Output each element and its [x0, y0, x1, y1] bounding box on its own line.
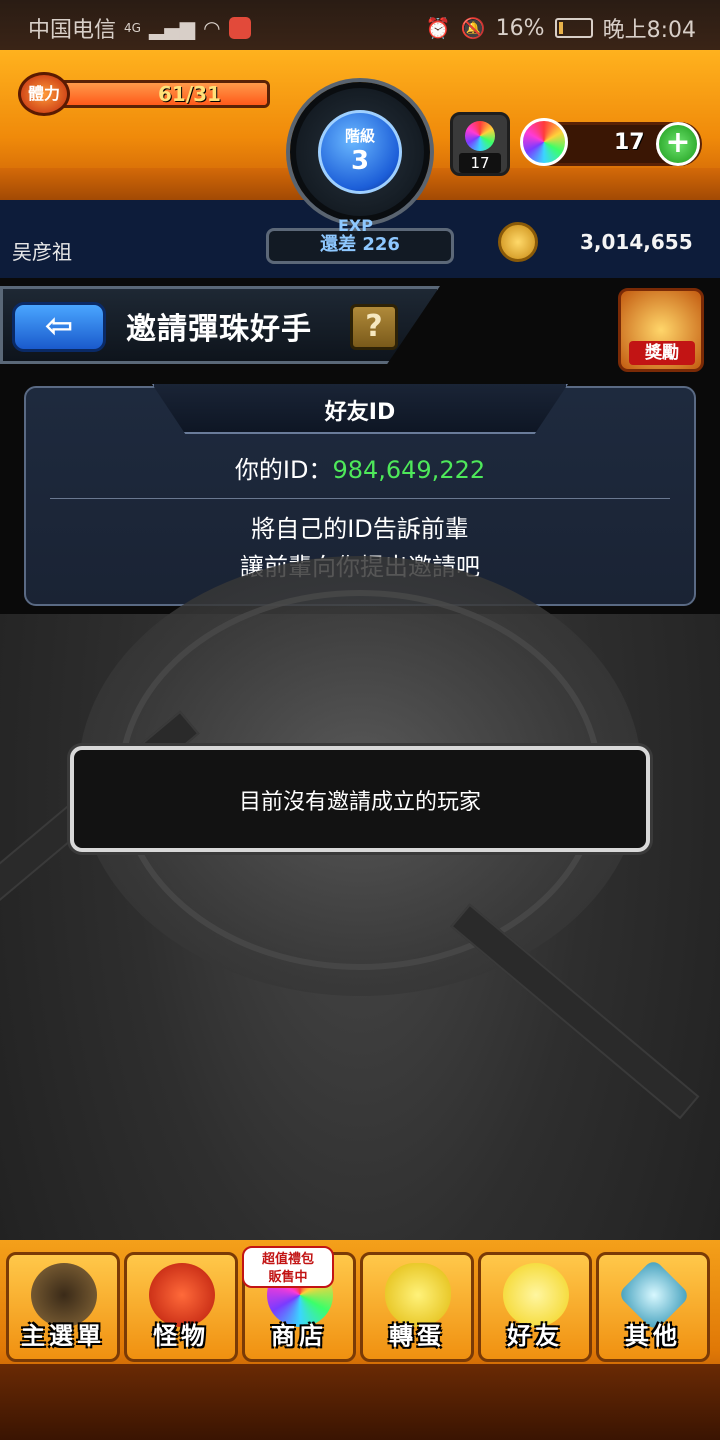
promo-line1: 超值禮包 — [261, 1252, 314, 1267]
orb-stock-count: 17 — [459, 153, 501, 173]
rank-orb[interactable]: 階級 3 — [290, 82, 430, 222]
player-id-value: 984,649,222 — [332, 456, 486, 484]
app-notification-icon — [228, 17, 251, 39]
reward-button[interactable]: 獎勵 — [618, 288, 704, 372]
back-button[interactable]: ⇦ — [12, 302, 106, 352]
empty-state-message: 目前沒有邀請成立的玩家 — [238, 790, 481, 815]
nav-monsters[interactable]: 怪物 — [124, 1252, 238, 1362]
stamina-badge: 體力 — [18, 72, 70, 116]
exp-label: EXP — [338, 216, 373, 235]
buy-orbs-button[interactable]: + — [656, 122, 700, 166]
battery-icon — [554, 18, 593, 38]
nav-gacha[interactable]: 轉蛋 — [360, 1252, 474, 1362]
mute-icon: 🔕 — [460, 16, 486, 40]
friend-id-title: 好友ID — [324, 400, 396, 425]
background-strut-right — [450, 903, 700, 1120]
nav-other[interactable]: 其他 — [596, 1252, 710, 1362]
nav-main-menu-label: 主選單 — [21, 1322, 105, 1350]
rainbow-orb-icon — [520, 118, 568, 166]
status-bar: 中国电信 4G ▂▄▆ ◠ ⏰ 🔕 16% 晚上8:04 — [0, 0, 720, 50]
username: 吴彦祖 — [12, 240, 72, 264]
clock: 晚上8:04 — [602, 18, 696, 43]
rank-value: 3 — [350, 146, 370, 176]
coin-count: 3,014,655 — [580, 230, 693, 254]
nav-main-menu[interactable]: 主選單 — [6, 1252, 120, 1362]
promo-line2: 販售中 — [268, 1270, 308, 1285]
nav-shop-label: 商店 — [271, 1322, 327, 1350]
help-button[interactable]: ? — [350, 304, 398, 350]
battery-percent: 16% — [495, 15, 545, 41]
gold-coin-icon — [498, 222, 538, 262]
nav-other-label: 其他 — [625, 1322, 681, 1350]
invite-instructions-line1: 將自己的ID告訴前輩 — [251, 515, 469, 543]
player-id-label: 你的ID： — [234, 456, 333, 484]
rank-badge: 階級 3 — [318, 110, 402, 194]
player-id-line: 你的ID：984,649,222 — [0, 450, 720, 485]
orb-stock-box[interactable]: 17 — [450, 112, 510, 176]
bottom-nav-shelf — [0, 1364, 720, 1440]
nav-friends[interactable]: 好友 — [478, 1252, 592, 1362]
stamina-value: 61/31 — [158, 82, 221, 106]
orb-count: 17 — [614, 130, 645, 155]
reward-label: 獎勵 — [629, 341, 695, 365]
stamina-meter[interactable]: 體力 61/31 — [18, 72, 270, 116]
page-title: 邀請彈珠好手 — [126, 312, 312, 347]
nav-gacha-label: 轉蛋 — [389, 1322, 445, 1350]
orb-stock-icon — [465, 121, 495, 151]
nav-monsters-label: 怪物 — [153, 1322, 209, 1350]
nav-friends-label: 好友 — [507, 1322, 563, 1350]
alarm-icon: ⏰ — [425, 16, 451, 40]
network-type: 4G — [124, 21, 141, 35]
divider — [50, 498, 670, 499]
rank-label: 階級 — [344, 127, 375, 145]
carrier-text: 中国电信 — [28, 18, 117, 43]
wifi-icon: ◠ — [203, 16, 221, 40]
promo-badge[interactable]: 超值禮包 販售中 — [242, 1246, 334, 1288]
signal-icon: ▂▄▆ — [148, 16, 196, 40]
